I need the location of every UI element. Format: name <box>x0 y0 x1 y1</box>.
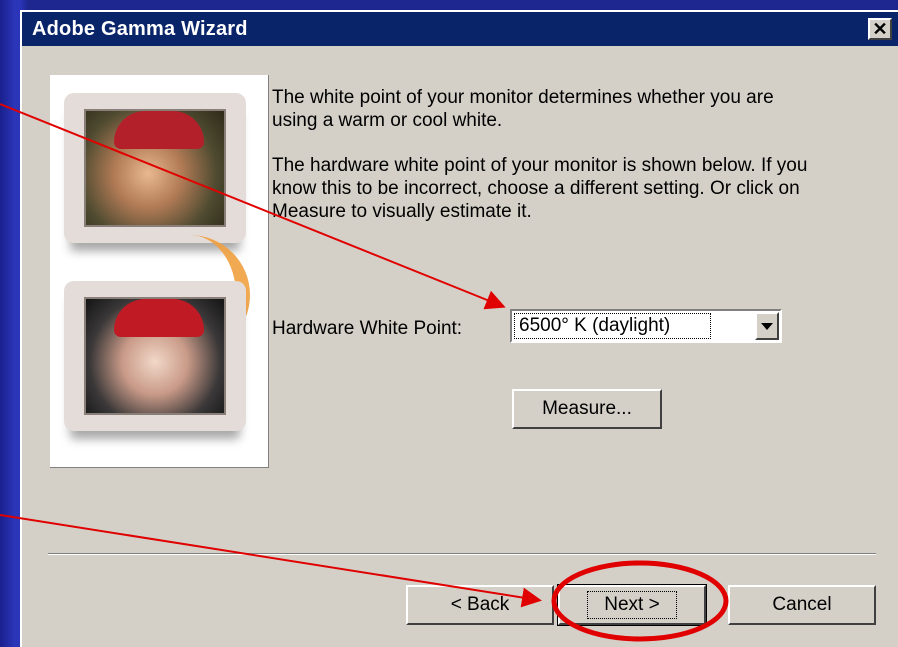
dialog-window: Adobe Gamma Wizard ✕ The white point of … <box>20 10 898 647</box>
title-bar[interactable]: Adobe Gamma Wizard ✕ <box>22 12 898 46</box>
white-point-label: Hardware White Point: <box>272 318 463 339</box>
cool-portrait-image <box>84 297 226 415</box>
instructions-paragraph: The hardware white point of your monitor… <box>272 155 808 222</box>
window-title: Adobe Gamma Wizard <box>32 17 248 40</box>
next-button-label: Next > <box>587 591 677 619</box>
warm-portrait-image <box>84 109 226 227</box>
white-point-value: 6500° K (daylight) <box>514 313 712 339</box>
measure-button[interactable]: Measure... <box>512 389 662 429</box>
monitor-illustration <box>50 75 269 468</box>
close-icon: ✕ <box>872 19 888 39</box>
cancel-button[interactable]: Cancel <box>728 585 876 625</box>
chevron-down-icon <box>761 322 773 330</box>
dropdown-button[interactable] <box>755 312 779 340</box>
intro-paragraph: The white point of your monitor determin… <box>272 87 774 131</box>
separator <box>48 553 876 555</box>
white-point-select[interactable]: 6500° K (daylight) <box>510 309 782 343</box>
next-button[interactable]: Next > <box>557 584 707 626</box>
close-button[interactable]: ✕ <box>868 18 892 40</box>
monitor-warm <box>64 93 246 243</box>
monitor-cool <box>64 281 246 431</box>
back-button[interactable]: < Back <box>406 585 554 625</box>
